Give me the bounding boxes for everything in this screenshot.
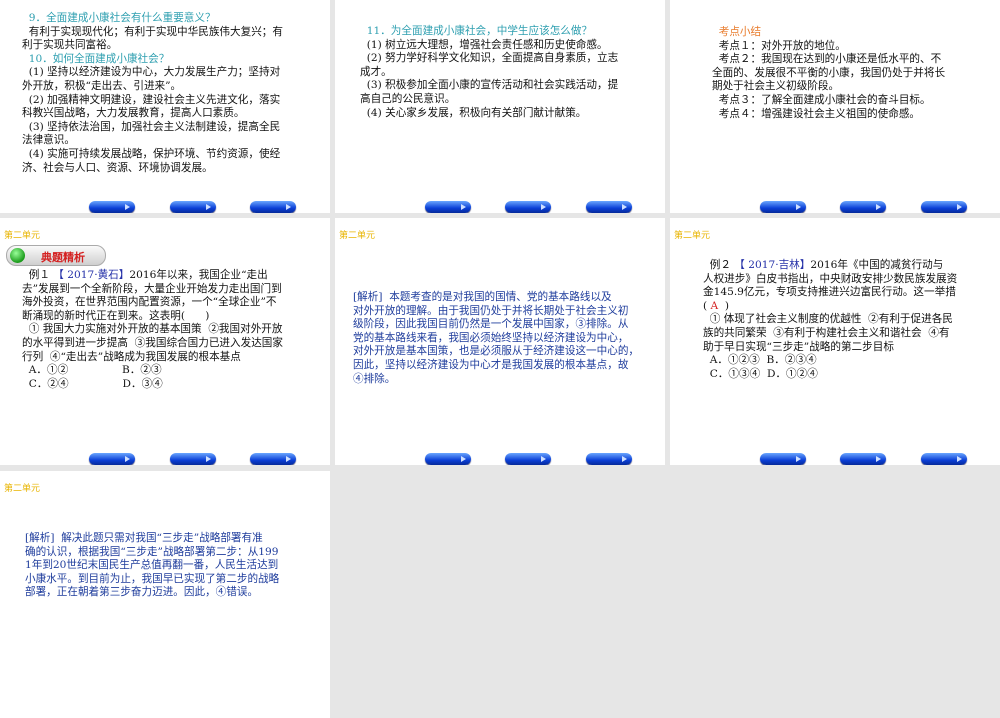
text-line: 利于实现共同富裕。 — [22, 39, 118, 52]
nav-home-button[interactable] — [840, 453, 886, 465]
nav-home-button[interactable] — [170, 201, 216, 213]
slide-thumbnail-2[interactable]: 11．为全面建成小康社会，中学生应该怎么做？ (1) 树立远大理想，增强社会责任… — [335, 0, 665, 213]
unit-label: 第二单元 — [674, 231, 711, 241]
text-line: 期处于社会主义初级阶段。 — [712, 80, 840, 93]
section-header-label: 典题精析 — [41, 251, 85, 264]
analysis-text: [解析] 解决此题只需对我国“三步走”战略部署有准 确的认识，根据我国“三步走”战… — [25, 532, 279, 600]
slide-text: 9．全面建成小康社会有什么重要意义？ 有利于实现现代化；有利于实现中华民族伟大复… — [22, 12, 283, 175]
text-line: 考点４：增强建设社会主义祖国的使命感。 — [712, 107, 921, 120]
text-line: (2) 加强精神文明建设，建设社会主义先进文化，落实 — [22, 93, 281, 106]
text-line: 成才。 — [360, 65, 392, 78]
text-line: [解析] 本题考查的是对我国的国情、党的基本路线以及 — [353, 291, 612, 303]
slide-thumbnail-7[interactable]: 第二单元 [解析] 解决此题只需对我国“三步走”战略部署有准 确的认识，根据我国“… — [0, 471, 330, 718]
text-line: 金145.9亿元，专项支持推进兴边富民行动。这一举措 — [703, 286, 956, 299]
nav-next-button[interactable] — [921, 201, 967, 213]
slide-thumbnail-3[interactable]: 考点小结 考点１：对外开放的地位。 考点２：我国现在达到的小康还是低水平的、不全… — [670, 0, 1000, 213]
text-line: 考点２：我国现在达到的小康还是低水平的、不 — [712, 53, 942, 66]
text-line: 法律意识。 — [22, 134, 75, 147]
text-line: A．①②③ B．②③④ — [703, 354, 817, 367]
text-line: 考点小结 — [712, 26, 762, 38]
text-line: 1年到20世纪末国民生产总值再翻一番，人民生活达到 — [25, 559, 279, 572]
slide-thumbnail-6[interactable]: 第二单元 例２ 【 2017·吉林】2016年《中国的减贫行动与 人权进步》白皮… — [670, 218, 1000, 465]
text-line: 级阶段，因此我国目前仍然是一个发展中国家，③排除。从 — [353, 318, 629, 331]
nav-prev-button[interactable] — [760, 201, 806, 213]
text-line: 对外开放的理解。由于我国仍处于并将长期处于社会主义初 — [353, 304, 629, 317]
text-line: (1) 坚持以经济建设为中心，大力发展生产力；坚持对 — [22, 66, 281, 79]
text-line: 党的基本路线来看，我国必须始终坚持以经济建设为中心， — [353, 331, 629, 344]
nav-prev-button[interactable] — [425, 453, 471, 465]
text-line: C．②④ D．③④ — [22, 377, 163, 390]
question-source: 【 2017·吉林】 — [734, 259, 811, 271]
section-header: 典题精析 — [6, 245, 106, 266]
text-line: 10．如何全面建成小康社会？ — [22, 52, 170, 65]
text-line: 考点１：对外开放的地位。 — [712, 39, 846, 52]
text-line: 去”发展到一个全新阶段，大量企业开始发力走出国门到 — [22, 282, 282, 295]
green-bullet-icon — [10, 248, 25, 263]
nav-next-button[interactable] — [586, 201, 632, 213]
unit-label: 第二单元 — [339, 231, 376, 241]
text-line: (1) 树立远大理想，增强社会责任感和历史使命感。 — [360, 38, 608, 51]
example-label: 例１ — [22, 269, 54, 281]
nav-prev-button[interactable] — [89, 201, 135, 213]
question-source: 【 2017·黄石】 — [53, 269, 130, 281]
text-line: 部署，正在朝着第三步奋力迈进。因此，④错误。 — [25, 586, 259, 599]
nav-home-button[interactable] — [505, 453, 551, 465]
text-line: 因此，坚持以经济建设为中心才是我国发展的根本基点，故 — [353, 358, 629, 371]
text-line: 11．为全面建成小康社会，中学生应该怎么做？ — [360, 25, 593, 37]
text-line: 外开放，积极“走出去、引进来”。 — [22, 79, 182, 92]
text-line: 小康水平。到目前为止，我国早已实现了第二步的战略 — [25, 572, 280, 585]
nav-home-button[interactable] — [170, 453, 216, 465]
text-line: 有利于实现现代化；有利于实现中华民族伟大复兴；有 — [22, 25, 283, 38]
nav-next-button[interactable] — [250, 453, 296, 465]
question-text: 例１ 【 2017·黄石】2016年以来，我国企业“走出 去”发展到一个全新阶段… — [22, 269, 283, 390]
nav-next-button[interactable] — [250, 201, 296, 213]
slide-thumbnail-1[interactable]: 9．全面建成小康社会有什么重要意义？ 有利于实现现代化；有利于实现中华民族伟大复… — [0, 0, 330, 213]
text-line: (3) 坚持依法治国，加强社会主义法制建设，提高全民 — [22, 120, 281, 133]
text-line: 科教兴国战略，大力发展教育，提高人口素质。 — [22, 107, 245, 120]
text-line: 确的认识，根据我国“三步走”战略部署第二步：从199 — [25, 545, 279, 558]
text-line: 高自己的公民意识。 — [360, 92, 456, 105]
text-line: ① 体现了社会主义制度的优越性 ②有利于促进各民 — [703, 313, 953, 326]
text-line: (4) 关心家乡发展，积极向有关部门献计献策。 — [360, 106, 587, 119]
example-label: 例２ — [703, 259, 735, 271]
text-line: 对外开放是基本国策，也是必须服从于经济建设这一中心的， — [353, 345, 640, 358]
analysis-text: [解析] 本题考查的是对我国的国情、党的基本路线以及 对外开放的理解。由于我国仍处… — [353, 291, 639, 386]
text-line: 人权进步》白皮书指出，中央财政安排少数民族发展资 — [703, 272, 958, 285]
text-line: 族的共同繁荣 ③有利于构建社会主义和谐社会 ④有 — [703, 326, 950, 339]
text-line: 的水平得到进一步提高 ③我国综合国力已进入发达国家 — [22, 336, 283, 349]
text-line: 考点３：了解全面建成小康社会的奋斗目标。 — [712, 93, 931, 106]
text-line: 助于早日实现“三步走”战略的第二步目标 — [703, 340, 894, 353]
nav-next-button[interactable] — [921, 453, 967, 465]
slide-text: 11．为全面建成小康社会，中学生应该怎么做？ (1) 树立远大理想，增强社会责任… — [360, 25, 618, 120]
nav-home-button[interactable] — [505, 201, 551, 213]
text-line: 海外投资，在世界范围内配置资源，一个“全球企业”不 — [22, 296, 277, 309]
slide-thumbnail-4[interactable]: 第二单元 典题精析 例１ 【 2017·黄石】2016年以来，我国企业“走出 去… — [0, 218, 330, 465]
question-text: 例２ 【 2017·吉林】2016年《中国的减贫行动与 人权进步》白皮书指出，中… — [703, 259, 958, 380]
text-line: C．①③④ D．①②④ — [703, 367, 818, 380]
text-line: 9．全面建成小康社会有什么重要意义？ — [22, 12, 216, 24]
text-line: (2) 努力学好科学文化知识，全面提高自身素质，立志 — [360, 52, 619, 65]
nav-prev-button[interactable] — [89, 453, 135, 465]
text-line: ① 我国大力实施对外开放的基本国策 ②我国对外开放 — [22, 323, 283, 336]
nav-home-button[interactable] — [840, 201, 886, 213]
nav-prev-button[interactable] — [425, 201, 471, 213]
slide-thumbnail-5[interactable]: 第二单元 [解析] 本题考查的是对我国的国情、党的基本路线以及 对外开放的理解。由… — [335, 218, 665, 465]
text-line: 断涌现的新时代正在到来。这表明( ) — [22, 309, 210, 322]
text-line: 全面的、发展很不平衡的小康，我国仍处于并将长 — [712, 66, 946, 79]
text-line: (3) 积极参加全面小康的宣传活动和社会实践活动，提 — [360, 79, 619, 92]
text-line: 济、社会与人口、资源、环境协调发展。 — [22, 161, 213, 174]
text-line: 行列 ④“走出去”战略成为我国发展的根本基点 — [22, 350, 241, 363]
text-line: A．①② B．②③ — [22, 364, 162, 377]
text-line: (4) 实施可持续发展战略，保护环境、节约资源，使经 — [22, 147, 281, 160]
nav-next-button[interactable] — [586, 453, 632, 465]
slide-text: 考点小结 考点１：对外开放的地位。 考点２：我国现在达到的小康还是低水平的、不全… — [712, 26, 945, 121]
text-line: [解析] 解决此题只需对我国“三步走”战略部署有准 — [25, 532, 263, 544]
nav-prev-button[interactable] — [760, 453, 806, 465]
unit-label: 第二单元 — [4, 484, 41, 494]
unit-label: 第二单元 — [4, 231, 41, 241]
answer-mark: A — [710, 299, 719, 312]
text-line: ④排除。 — [353, 372, 396, 385]
